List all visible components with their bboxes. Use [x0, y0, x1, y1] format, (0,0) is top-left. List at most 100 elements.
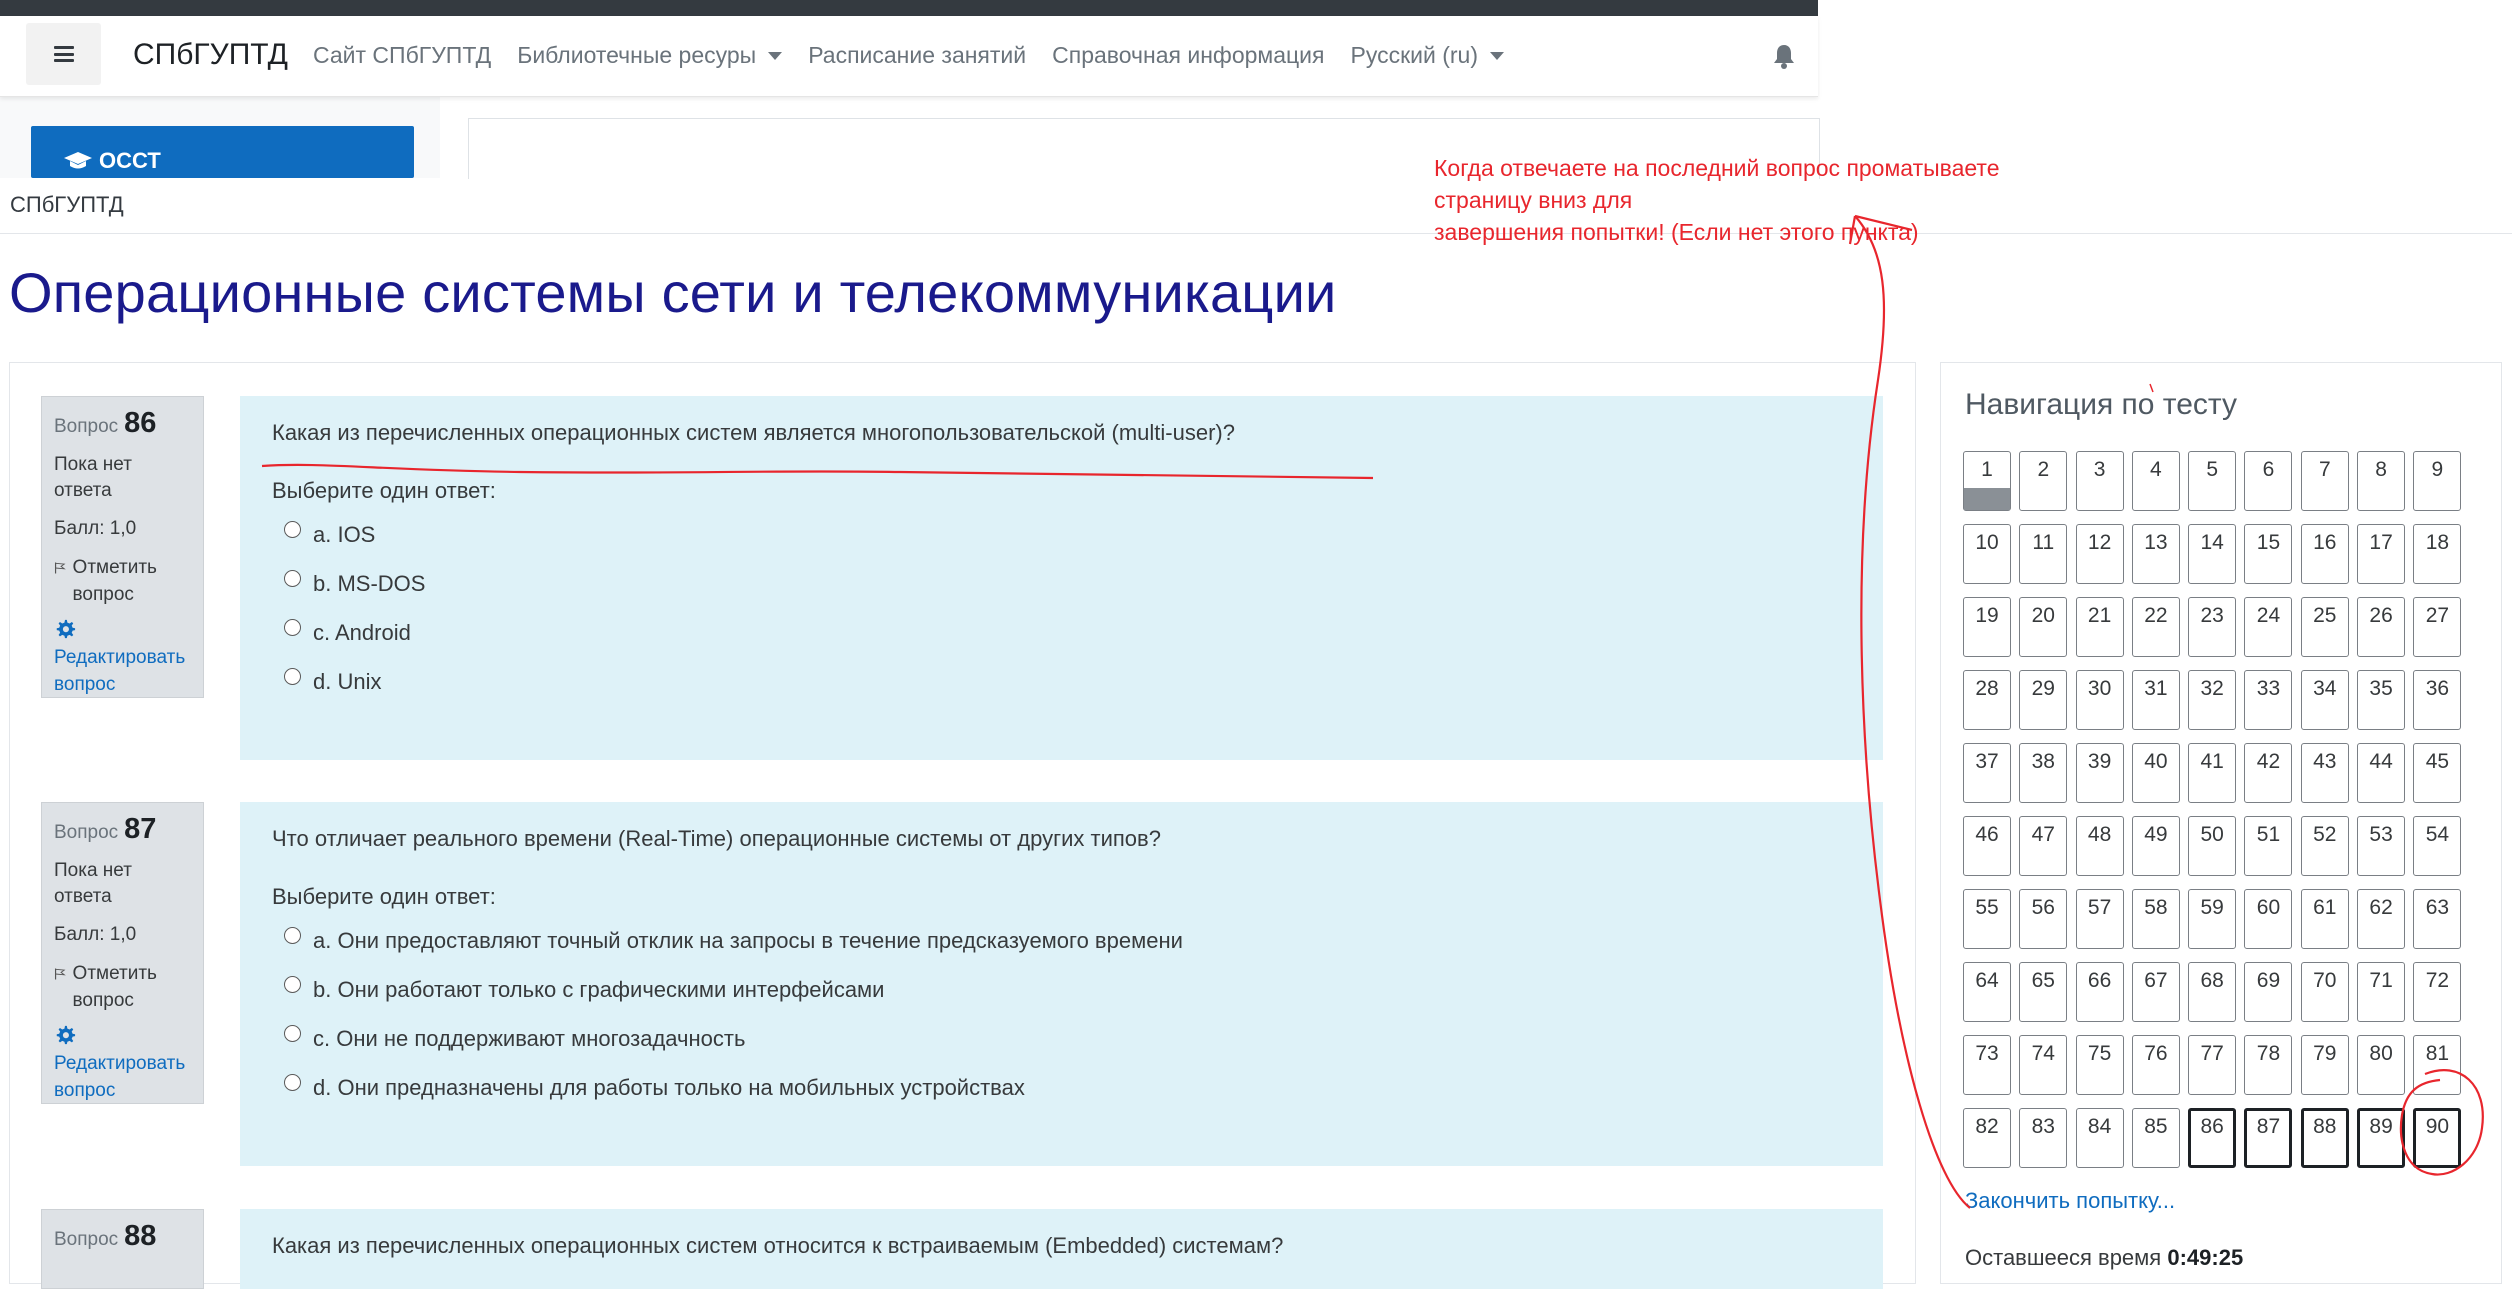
quiz-nav-button-63[interactable]: 63: [2413, 889, 2462, 949]
quiz-nav-button-47[interactable]: 47: [2019, 816, 2068, 876]
quiz-nav-button-56[interactable]: 56: [2019, 889, 2068, 949]
nav-link-4[interactable]: Русский (ru): [1350, 42, 1504, 69]
quiz-nav-button-51[interactable]: 51: [2244, 816, 2293, 876]
quiz-nav-button-53[interactable]: 53: [2357, 816, 2406, 876]
quiz-nav-button-37[interactable]: 37: [1963, 743, 2011, 803]
flag-question-button[interactable]: Отметить вопрос: [54, 960, 191, 1014]
quiz-nav-button-5[interactable]: 5: [2188, 451, 2237, 511]
quiz-nav-button-1[interactable]: 1: [1963, 451, 2011, 511]
quiz-nav-button-35[interactable]: 35: [2357, 670, 2406, 730]
quiz-nav-button-74[interactable]: 74: [2019, 1035, 2068, 1095]
quiz-nav-button-86[interactable]: 86: [2188, 1108, 2237, 1168]
quiz-nav-button-9[interactable]: 9: [2413, 451, 2462, 511]
quiz-nav-button-14[interactable]: 14: [2188, 524, 2237, 584]
quiz-nav-button-32[interactable]: 32: [2188, 670, 2237, 730]
quiz-nav-button-88[interactable]: 88: [2300, 1108, 2349, 1168]
radio-button[interactable]: [284, 927, 301, 944]
quiz-nav-button-55[interactable]: 55: [1963, 889, 2011, 949]
quiz-nav-button-38[interactable]: 38: [2019, 743, 2068, 803]
drawer-toggle-button[interactable]: [26, 23, 101, 85]
quiz-nav-button-3[interactable]: 3: [2075, 451, 2124, 511]
radio-button[interactable]: [284, 619, 301, 636]
quiz-nav-button-2[interactable]: 2: [2019, 451, 2068, 511]
quiz-nav-button-76[interactable]: 76: [2131, 1035, 2180, 1095]
quiz-nav-button-49[interactable]: 49: [2131, 816, 2180, 876]
bell-icon[interactable]: [1772, 43, 1796, 69]
quiz-nav-button-64[interactable]: 64: [1963, 962, 2011, 1022]
quiz-nav-button-65[interactable]: 65: [2019, 962, 2068, 1022]
quiz-nav-button-50[interactable]: 50: [2188, 816, 2237, 876]
answer-option[interactable]: c. Android: [272, 608, 1851, 657]
quiz-nav-button-69[interactable]: 69: [2244, 962, 2293, 1022]
quiz-nav-button-28[interactable]: 28: [1963, 670, 2011, 730]
quiz-nav-button-61[interactable]: 61: [2300, 889, 2349, 949]
quiz-nav-button-80[interactable]: 80: [2357, 1035, 2406, 1095]
quiz-nav-button-62[interactable]: 62: [2357, 889, 2406, 949]
quiz-nav-button-60[interactable]: 60: [2244, 889, 2293, 949]
quiz-nav-button-27[interactable]: 27: [2413, 597, 2462, 657]
quiz-nav-button-81[interactable]: 81: [2413, 1035, 2462, 1095]
quiz-nav-button-15[interactable]: 15: [2244, 524, 2293, 584]
radio-button[interactable]: [284, 1074, 301, 1091]
site-brand[interactable]: СПбГУПТД: [133, 38, 288, 72]
quiz-nav-button-89[interactable]: 89: [2357, 1108, 2406, 1168]
course-block-osst[interactable]: ОССТ: [31, 126, 414, 178]
quiz-nav-button-75[interactable]: 75: [2075, 1035, 2124, 1095]
answer-option[interactable]: a. IOS: [272, 510, 1851, 559]
quiz-nav-button-58[interactable]: 58: [2131, 889, 2180, 949]
quiz-nav-button-8[interactable]: 8: [2357, 451, 2406, 511]
answer-option[interactable]: b. MS-DOS: [272, 559, 1851, 608]
radio-button[interactable]: [284, 1025, 301, 1042]
answer-option[interactable]: c. Они не поддерживают многозадачность: [272, 1014, 1851, 1063]
nav-link-2[interactable]: Расписание занятий: [808, 42, 1026, 69]
answer-option[interactable]: b. Они работают только с графическими ин…: [272, 965, 1851, 1014]
edit-question-link[interactable]: Редактировать вопрос: [54, 1024, 191, 1104]
quiz-nav-button-30[interactable]: 30: [2075, 670, 2124, 730]
nav-link-0[interactable]: Сайт СПбГУПТД: [313, 42, 491, 69]
finish-attempt-link[interactable]: Закончить попытку...: [1965, 1188, 2175, 1214]
quiz-nav-button-4[interactable]: 4: [2131, 451, 2180, 511]
quiz-nav-button-82[interactable]: 82: [1963, 1108, 2011, 1168]
flag-question-button[interactable]: Отметить вопрос: [54, 554, 191, 608]
quiz-nav-button-19[interactable]: 19: [1963, 597, 2011, 657]
edit-question-link[interactable]: Редактировать вопрос: [54, 618, 191, 698]
quiz-nav-button-6[interactable]: 6: [2244, 451, 2293, 511]
quiz-nav-button-72[interactable]: 72: [2413, 962, 2462, 1022]
quiz-nav-button-21[interactable]: 21: [2075, 597, 2124, 657]
quiz-nav-button-17[interactable]: 17: [2357, 524, 2406, 584]
quiz-nav-button-16[interactable]: 16: [2300, 524, 2349, 584]
quiz-nav-button-25[interactable]: 25: [2300, 597, 2349, 657]
quiz-nav-button-67[interactable]: 67: [2131, 962, 2180, 1022]
quiz-nav-button-68[interactable]: 68: [2188, 962, 2237, 1022]
quiz-nav-button-41[interactable]: 41: [2188, 743, 2237, 803]
quiz-nav-button-90[interactable]: 90: [2413, 1108, 2462, 1168]
nav-link-3[interactable]: Справочная информация: [1052, 42, 1324, 69]
quiz-nav-button-73[interactable]: 73: [1963, 1035, 2011, 1095]
quiz-nav-button-36[interactable]: 36: [2413, 670, 2462, 730]
quiz-nav-button-78[interactable]: 78: [2244, 1035, 2293, 1095]
quiz-nav-button-33[interactable]: 33: [2244, 670, 2293, 730]
radio-button[interactable]: [284, 668, 301, 685]
quiz-nav-button-83[interactable]: 83: [2019, 1108, 2068, 1168]
quiz-nav-button-79[interactable]: 79: [2300, 1035, 2349, 1095]
quiz-nav-button-48[interactable]: 48: [2075, 816, 2124, 876]
quiz-nav-button-43[interactable]: 43: [2300, 743, 2349, 803]
quiz-nav-button-77[interactable]: 77: [2188, 1035, 2237, 1095]
quiz-nav-button-7[interactable]: 7: [2300, 451, 2349, 511]
radio-button[interactable]: [284, 570, 301, 587]
quiz-nav-button-85[interactable]: 85: [2131, 1108, 2180, 1168]
breadcrumb[interactable]: СПбГУПТД: [10, 192, 124, 218]
nav-link-1[interactable]: Библиотечные ресуры: [517, 42, 783, 69]
quiz-nav-button-11[interactable]: 11: [2019, 524, 2068, 584]
quiz-nav-button-52[interactable]: 52: [2300, 816, 2349, 876]
radio-button[interactable]: [284, 521, 301, 538]
quiz-nav-button-23[interactable]: 23: [2188, 597, 2237, 657]
quiz-nav-button-57[interactable]: 57: [2075, 889, 2124, 949]
quiz-nav-button-29[interactable]: 29: [2019, 670, 2068, 730]
quiz-nav-button-71[interactable]: 71: [2357, 962, 2406, 1022]
quiz-nav-button-66[interactable]: 66: [2075, 962, 2124, 1022]
quiz-nav-button-24[interactable]: 24: [2244, 597, 2293, 657]
quiz-nav-button-44[interactable]: 44: [2357, 743, 2406, 803]
answer-option[interactable]: d. Они предназначены для работы только н…: [272, 1063, 1851, 1112]
quiz-nav-button-31[interactable]: 31: [2131, 670, 2180, 730]
